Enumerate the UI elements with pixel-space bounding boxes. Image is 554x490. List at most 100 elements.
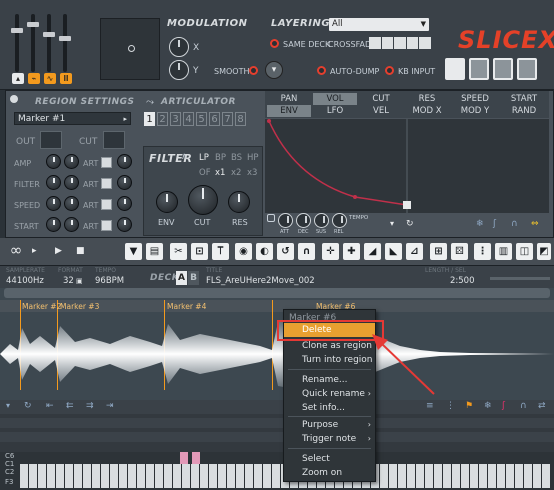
- layout-view-1-icon[interactable]: [469, 58, 489, 80]
- articulator-1[interactable]: 1: [144, 112, 155, 126]
- amp-knob-2[interactable]: [64, 154, 79, 169]
- reset-icon[interactable]: ↻: [24, 401, 32, 411]
- pitch-fader[interactable]: [27, 14, 39, 72]
- filter-cut-knob[interactable]: [188, 185, 218, 215]
- curve-tool-icon[interactable]: ʃ: [502, 401, 505, 411]
- start-art-knob[interactable]: [117, 217, 132, 232]
- lane-2[interactable]: [0, 432, 554, 442]
- arrow-left-icon[interactable]: ⇤: [46, 401, 54, 411]
- active-key-2[interactable]: [192, 452, 200, 464]
- tab-mod-x[interactable]: MOD X: [405, 105, 449, 117]
- link-tool-icon[interactable]: ⇄: [538, 401, 546, 411]
- amp-art-toggle[interactable]: [101, 157, 112, 168]
- kb-input-led[interactable]: [385, 66, 394, 75]
- mod-y-knob[interactable]: [169, 60, 189, 80]
- snowflake-tool-icon[interactable]: ❄: [484, 401, 492, 411]
- articulator-2[interactable]: 2: [157, 112, 168, 126]
- layout-view-3-icon[interactable]: [517, 58, 537, 80]
- layout-view-2-icon[interactable]: [493, 58, 513, 80]
- play-icon[interactable]: ▶: [55, 241, 69, 262]
- fade-in-icon[interactable]: ◣: [385, 243, 402, 260]
- envelope-reset-icon[interactable]: ↻: [406, 219, 416, 229]
- arrow-right-double-icon[interactable]: ⇉: [86, 401, 94, 411]
- auto-dump-led[interactable]: [317, 66, 326, 75]
- speed-art-toggle[interactable]: [101, 199, 112, 210]
- tab-cut[interactable]: CUT: [359, 93, 403, 105]
- out-color-box[interactable]: [40, 131, 62, 149]
- loop-dropdown-icon[interactable]: ▸: [32, 241, 46, 262]
- arrow-right-icon[interactable]: ⇥: [106, 401, 114, 411]
- eye-icon[interactable]: ◉: [235, 243, 252, 260]
- envelope-curve-icon[interactable]: ʃ: [493, 219, 503, 229]
- marker-selector[interactable]: Marker #1 ▸: [14, 112, 131, 125]
- waveform-editor[interactable]: Marker #2 Marker #3 Marker #4 Marker #6: [0, 288, 554, 400]
- stop-icon[interactable]: ■: [76, 241, 90, 262]
- dice-icon[interactable]: ⚄: [451, 243, 468, 260]
- marker-label-3[interactable]: Marker #3: [60, 302, 99, 311]
- tempo-toggle[interactable]: [267, 214, 275, 222]
- amp-knob-1[interactable]: [46, 154, 61, 169]
- modulation-xy-pad[interactable]: [100, 18, 160, 80]
- tab-mod-y[interactable]: MOD Y: [451, 105, 499, 117]
- lane-1[interactable]: [0, 418, 554, 428]
- filter-mode-bs[interactable]: BS: [231, 153, 242, 163]
- piano-view-icon[interactable]: [445, 58, 465, 80]
- menu-item-trigger-note[interactable]: Trigger note ›: [284, 432, 375, 446]
- tab-env[interactable]: ENV: [267, 105, 311, 117]
- menu-item-purpose[interactable]: Purpose ›: [284, 418, 375, 432]
- envelope-menu-icon[interactable]: ▾: [390, 219, 400, 229]
- slice-icon[interactable]: ⊡: [191, 243, 208, 260]
- deck-b-button[interactable]: B: [188, 271, 199, 285]
- filter-order-of[interactable]: OF: [199, 168, 211, 178]
- arrow-left-double-icon[interactable]: ⇇: [66, 401, 74, 411]
- filter-mode-bp[interactable]: BP: [215, 153, 226, 163]
- articulator-4[interactable]: 4: [183, 112, 194, 126]
- mod-x-knob[interactable]: [169, 37, 189, 57]
- filter-order-x1[interactable]: x1: [215, 168, 225, 178]
- cut-color-box[interactable]: [103, 131, 125, 149]
- start-knob-2[interactable]: [64, 217, 79, 232]
- amp-art-knob[interactable]: [117, 154, 132, 169]
- filter-res-knob[interactable]: [228, 191, 250, 213]
- xy-pad-cursor[interactable]: [128, 45, 135, 52]
- align-icon[interactable]: ≡: [426, 401, 434, 411]
- articulator-5[interactable]: 5: [196, 112, 207, 126]
- magnet-tool-icon[interactable]: ∩: [298, 243, 315, 260]
- magnet-tool-2-icon[interactable]: ∩: [520, 401, 527, 411]
- menu-item-select[interactable]: Select: [284, 452, 375, 466]
- snowflake-icon[interactable]: ❄: [476, 219, 486, 229]
- filter-env-knob[interactable]: [156, 191, 178, 213]
- output-fader[interactable]: [59, 14, 71, 72]
- tools-menu-icon[interactable]: ▼: [125, 243, 142, 260]
- tab-lfo[interactable]: LFO: [313, 105, 357, 117]
- rel-knob[interactable]: [332, 213, 347, 228]
- modulation-menu-button[interactable]: ▾: [265, 61, 283, 79]
- filter-order-x2[interactable]: x2: [231, 168, 241, 178]
- cut-icon[interactable]: ✂: [170, 243, 187, 260]
- tab-vol[interactable]: VOL: [313, 93, 357, 105]
- pause-mode-icon[interactable]: Ⅲ: [60, 73, 72, 84]
- wave-mode-icon[interactable]: ⌁: [28, 73, 40, 84]
- sine-mode-icon[interactable]: ∿: [44, 73, 56, 84]
- filter-mode-hp[interactable]: HP: [247, 153, 259, 163]
- fader-mode-icon[interactable]: ▴: [12, 73, 24, 84]
- waveform-scrollbar[interactable]: [4, 288, 550, 298]
- save-icon[interactable]: ▥: [495, 243, 512, 260]
- att-knob[interactable]: [278, 213, 293, 228]
- speed-knob-2[interactable]: [64, 196, 79, 211]
- speed-art-knob[interactable]: [117, 196, 132, 211]
- start-art-toggle[interactable]: [101, 220, 112, 231]
- reverse-icon[interactable]: ↺: [277, 243, 294, 260]
- same-deck-led[interactable]: [270, 39, 279, 48]
- tab-res[interactable]: RES: [405, 93, 449, 105]
- filter-order-x3[interactable]: x3: [247, 168, 257, 178]
- layering-select[interactable]: All ▼: [329, 18, 429, 31]
- filter-art-toggle[interactable]: [101, 178, 112, 189]
- grid-icon[interactable]: ⊞: [430, 243, 447, 260]
- articulator-8[interactable]: 8: [235, 112, 246, 126]
- filter-knob-1[interactable]: [46, 175, 61, 190]
- articulator-3[interactable]: 3: [170, 112, 181, 126]
- tab-speed[interactable]: SPEED: [451, 93, 499, 105]
- fade-out-icon[interactable]: ◢: [364, 243, 381, 260]
- articulator-6[interactable]: 6: [209, 112, 220, 126]
